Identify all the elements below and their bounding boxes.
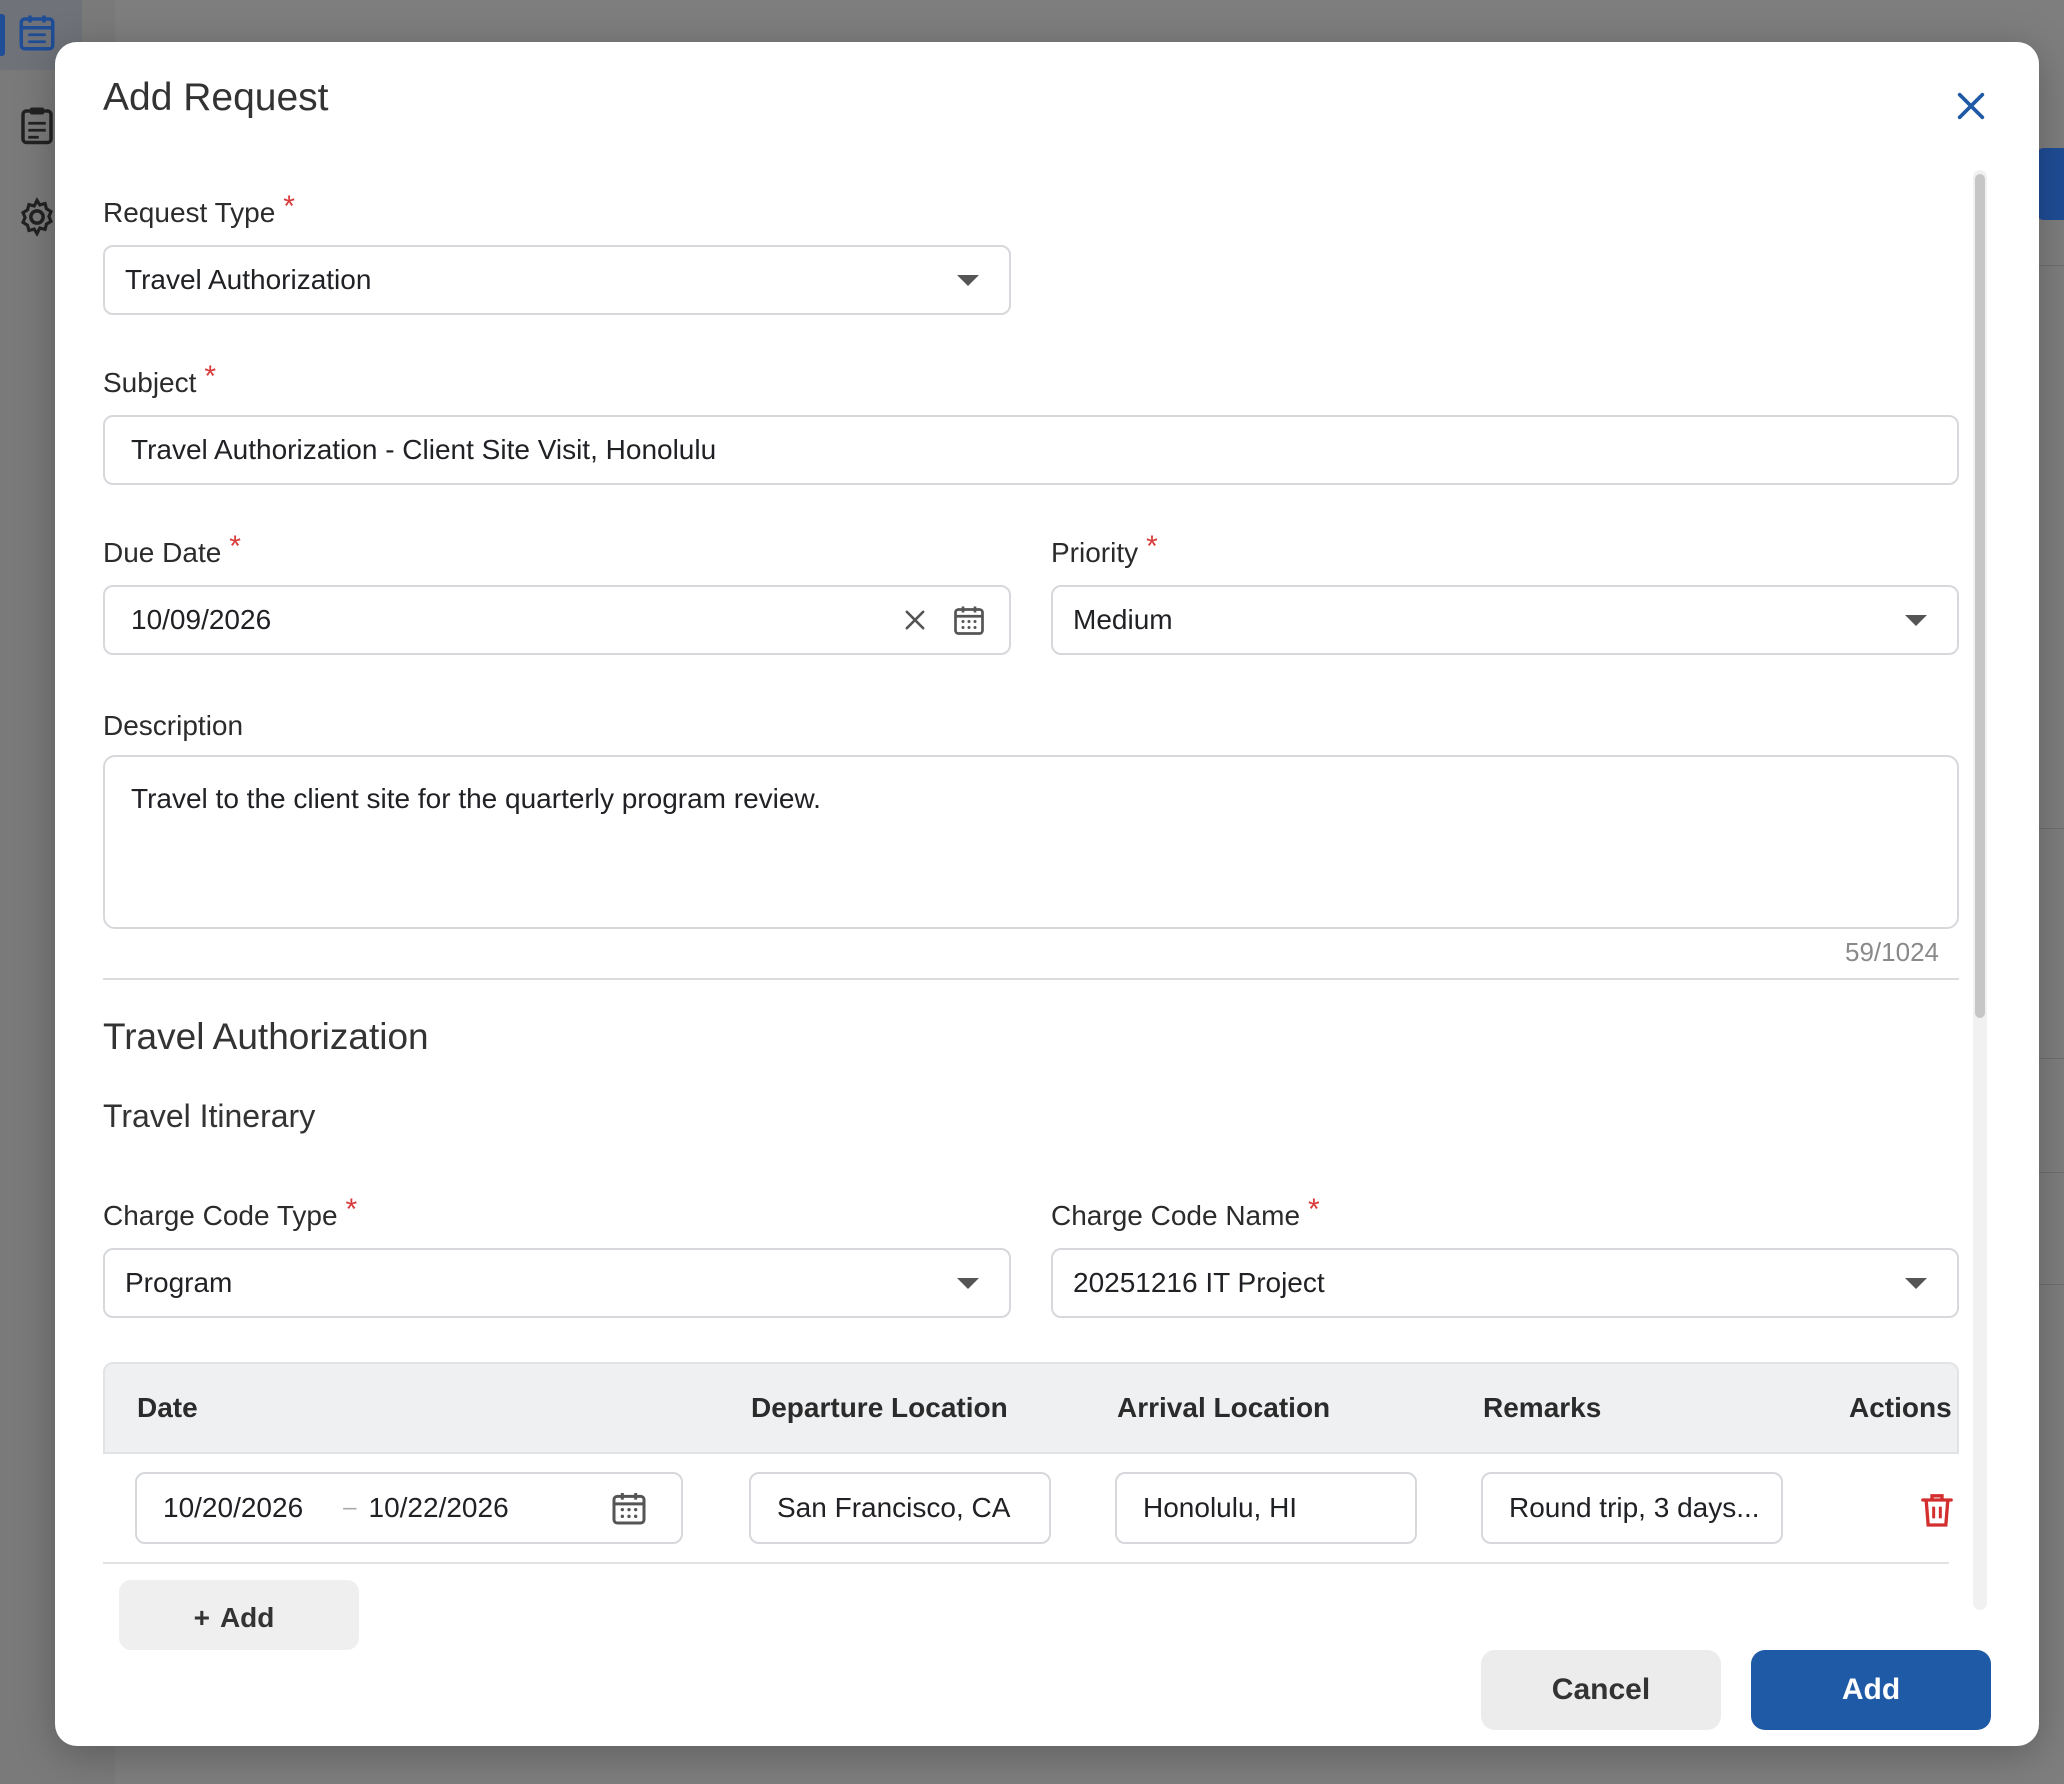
chevron-down-icon bbox=[1905, 1277, 1927, 1289]
charge-code-name-select[interactable]: 20251216 IT Project bbox=[1051, 1248, 1959, 1318]
add-request-dialog: Add Request Request Type * Travel Authori… bbox=[55, 42, 2039, 1746]
start-date-value: 10/20/2026 bbox=[163, 1492, 304, 1523]
request-type-label: Request Type * bbox=[103, 190, 295, 228]
scrollbar-thumb[interactable] bbox=[1975, 174, 1985, 1018]
due-date-input[interactable]: 10/09/2026 bbox=[103, 585, 1011, 655]
departure-location-value: San Francisco, CA bbox=[777, 1492, 1011, 1523]
required-mark: * bbox=[1146, 530, 1158, 563]
arrival-location-value: Honolulu, HI bbox=[1143, 1492, 1298, 1523]
description-textarea[interactable]: Travel to the client site for the quarte… bbox=[103, 755, 1959, 929]
required-mark: * bbox=[1308, 1193, 1320, 1226]
background-sidebar-active-indicator bbox=[0, 14, 5, 56]
end-date-value: 10/22/2026 bbox=[368, 1492, 509, 1523]
request-type-select[interactable]: Travel Authorization bbox=[103, 245, 1011, 315]
required-mark: * bbox=[345, 1193, 358, 1226]
gear-icon bbox=[21, 197, 53, 237]
priority-select[interactable]: Medium bbox=[1051, 585, 1959, 655]
subject-value: Travel Authorization - Client Site Visit… bbox=[131, 434, 717, 465]
description-label: Description bbox=[103, 710, 244, 741]
dialog-title: Add Request bbox=[103, 76, 329, 119]
plus-icon: + bbox=[193, 1602, 210, 1633]
subject-label: Subject * bbox=[103, 360, 217, 398]
required-mark: * bbox=[229, 530, 241, 563]
required-mark: * bbox=[283, 190, 295, 223]
due-date-value: 10/09/2026 bbox=[131, 604, 272, 635]
column-header-departure: Departure Location bbox=[751, 1392, 1008, 1423]
required-mark: * bbox=[204, 360, 217, 393]
column-header-date: Date bbox=[137, 1392, 198, 1423]
departure-location-input[interactable]: San Francisco, CA bbox=[749, 1472, 1051, 1544]
chevron-down-icon bbox=[957, 274, 979, 286]
character-counter: 59/1024 bbox=[1845, 937, 1939, 967]
close-icon bbox=[1957, 92, 1985, 120]
charge-code-type-value: Program bbox=[125, 1267, 233, 1298]
charge-code-type-select[interactable]: Program bbox=[103, 1248, 1011, 1318]
subject-input[interactable]: Travel Authorization - Client Site Visit… bbox=[103, 415, 1959, 485]
due-date-label: Due Date * bbox=[103, 530, 241, 568]
priority-label: Priority * bbox=[1051, 530, 1158, 568]
calendar-icon[interactable] bbox=[609, 1488, 649, 1528]
charge-code-name-label: Charge Code Name * bbox=[1051, 1193, 1320, 1231]
close-button[interactable] bbox=[1941, 76, 2001, 136]
priority-value: Medium bbox=[1073, 604, 1173, 635]
charge-code-type-label: Charge Code Type * bbox=[103, 1193, 358, 1231]
chevron-down-icon bbox=[957, 1277, 979, 1289]
remarks-input[interactable]: Round trip, 3 days... bbox=[1481, 1472, 1783, 1544]
date-range-separator: – bbox=[343, 1494, 357, 1521]
travel-itinerary-title: Travel Itinerary bbox=[103, 1098, 316, 1134]
column-header-remarks: Remarks bbox=[1483, 1392, 1602, 1423]
itinerary-table-header: Date Departure Location Arrival Location… bbox=[103, 1362, 1959, 1454]
trash-icon[interactable] bbox=[1917, 1490, 1957, 1530]
table-row: 10/20/2026 – 10/22/2026 San Francisco, C… bbox=[103, 1454, 1953, 1564]
background-primary-button bbox=[2036, 148, 2064, 220]
column-header-arrival: Arrival Location bbox=[1117, 1392, 1331, 1423]
remarks-value: Round trip, 3 days... bbox=[1509, 1492, 1760, 1523]
calendar-icon[interactable] bbox=[951, 602, 987, 638]
clipboard-icon bbox=[21, 107, 53, 145]
charge-code-name-value: 20251216 IT Project bbox=[1073, 1267, 1325, 1298]
column-header-actions: Actions bbox=[1849, 1392, 1952, 1423]
cancel-button[interactable]: Cancel bbox=[1481, 1650, 1721, 1730]
section-divider bbox=[103, 978, 1959, 980]
request-type-value: Travel Authorization bbox=[125, 264, 372, 295]
add-row-button[interactable]: + Add bbox=[119, 1580, 359, 1650]
description-value: Travel to the client site for the quarte… bbox=[131, 783, 821, 814]
arrival-location-input[interactable]: Honolulu, HI bbox=[1115, 1472, 1417, 1544]
calendar-list-icon bbox=[19, 15, 55, 51]
clear-icon[interactable] bbox=[901, 606, 929, 634]
add-row-clip: + Add bbox=[55, 1570, 1955, 1660]
date-range-input[interactable]: 10/20/2026 – 10/22/2026 bbox=[135, 1472, 683, 1544]
add-row-label: Add bbox=[219, 1602, 275, 1633]
travel-authorization-title: Travel Authorization bbox=[103, 1016, 429, 1057]
add-button[interactable]: Add bbox=[1751, 1650, 1991, 1730]
chevron-down-icon bbox=[1905, 614, 1927, 626]
